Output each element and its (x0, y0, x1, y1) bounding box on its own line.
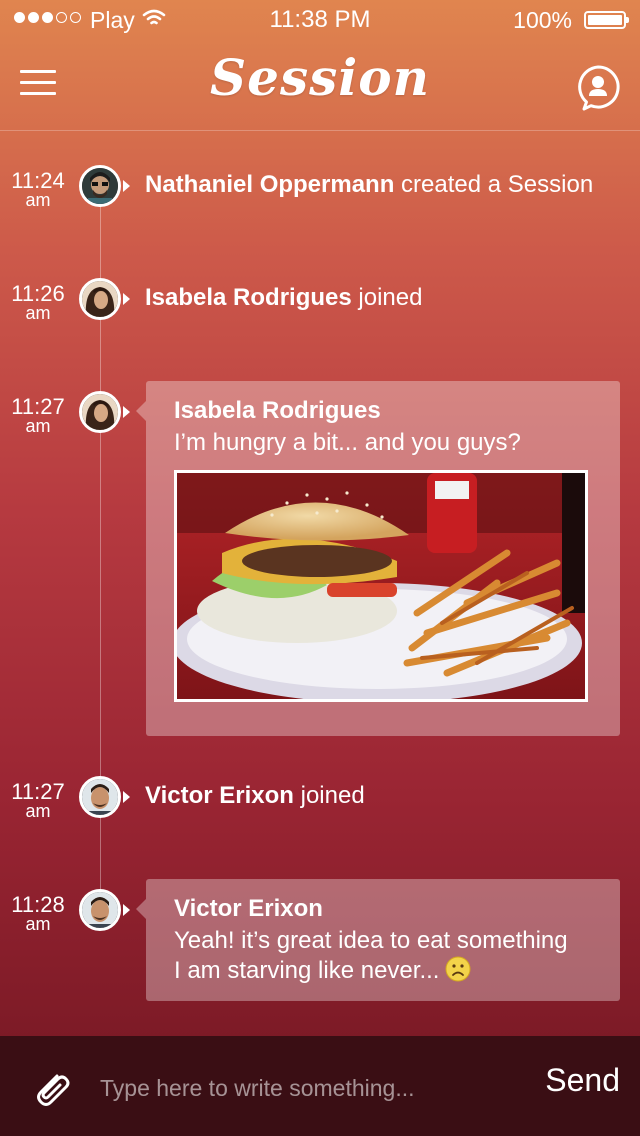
timestamp: 11:24 am (11, 168, 65, 210)
timestamp: 11:28 am (11, 892, 65, 934)
timestamp: 11:27 am (11, 779, 65, 821)
battery-percentage: 100% (513, 7, 572, 33)
message-bubble[interactable]: Victor Erixon Yeah! it’s great idea to e… (136, 879, 620, 1001)
message-photo[interactable] (174, 470, 588, 702)
attach-button[interactable] (30, 1066, 72, 1113)
message-text: Yeah! it’s great idea to eat something I… (174, 926, 592, 990)
event-user-name[interactable]: Isabela Rodrigues (145, 284, 352, 311)
event-action: joined (300, 782, 365, 809)
session-screen: Play 11:38 PM 100% Session 11:24 am Nath… (0, 0, 640, 1136)
timeline-pointer (123, 293, 130, 305)
message-input[interactable] (100, 1068, 520, 1108)
frowning-face-emoji-icon (445, 956, 471, 990)
status-bar: Play 11:38 PM 100% (0, 0, 640, 40)
message-composer: Send (0, 1036, 640, 1136)
timeline-pointer (123, 180, 130, 192)
message-author[interactable]: Isabela Rodrigues (174, 397, 592, 425)
event-created-session: Nathaniel Oppermann created a Session (145, 171, 593, 199)
app-title: Session (210, 48, 430, 107)
event-action: joined (358, 284, 423, 311)
profile-button[interactable] (574, 64, 622, 112)
event-joined: Isabela Rodrigues joined (145, 284, 422, 312)
message-author[interactable]: Victor Erixon (174, 895, 592, 923)
message-text: I’m hungry a bit... and you guys? (174, 429, 521, 456)
timeline-pointer (123, 904, 130, 916)
message-bubble[interactable]: Isabela Rodrigues I’m hungry a bit... an… (136, 381, 620, 736)
avatar-nathaniel[interactable] (79, 165, 121, 207)
event-action: created a Session (401, 171, 594, 198)
event-user-name[interactable]: Victor Erixon (145, 782, 294, 809)
event-user-name[interactable]: Nathaniel Oppermann (145, 171, 394, 198)
avatar-victor[interactable] (79, 776, 121, 818)
timestamp: 11:27 am (11, 394, 65, 436)
battery-icon (584, 11, 629, 29)
paperclip-icon (37, 1074, 70, 1106)
timeline-pointer (123, 791, 130, 803)
timestamp: 11:26 am (11, 281, 65, 323)
send-button[interactable]: Send (545, 1062, 620, 1099)
timeline-pointer (123, 406, 130, 418)
avatar-isabela[interactable] (79, 278, 121, 320)
avatar-victor[interactable] (79, 889, 121, 931)
avatar-isabela[interactable] (79, 391, 121, 433)
user-chat-icon (578, 65, 620, 111)
navigation-bar: Session (0, 40, 640, 131)
event-joined: Victor Erixon joined (145, 782, 365, 810)
